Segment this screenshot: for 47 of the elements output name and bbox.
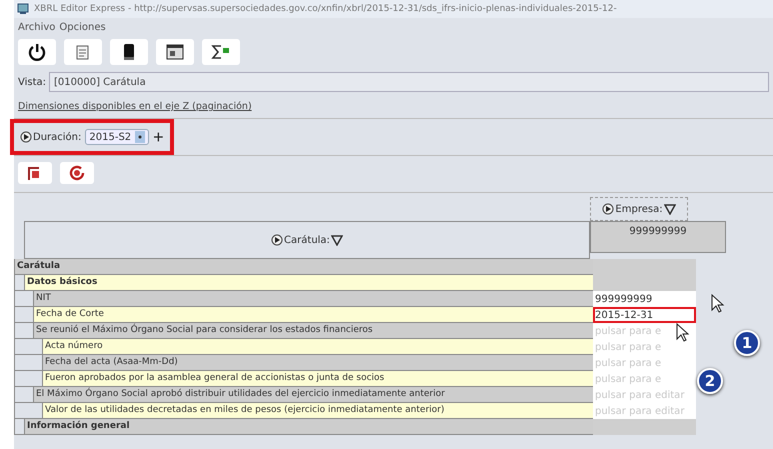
row-label: Información general: [24, 419, 593, 434]
filter-icon[interactable]: [330, 234, 343, 246]
row-header[interactable]: Carátula:: [24, 221, 590, 259]
row-label: El Máximo Órgano Social aprobó distribuir utilidades del ejercicio inmediatamente anterior: [33, 387, 593, 402]
toolbar-button[interactable]: [110, 39, 148, 65]
app-icon: [17, 3, 29, 15]
row-label: Acta número: [42, 339, 593, 354]
value-cell[interactable]: 2015-12-31: [593, 307, 696, 323]
row-label: Fecha de Corte: [33, 307, 593, 322]
power-icon[interactable]: [28, 43, 46, 61]
window-title: XBRL Editor Express - http://supervsas.supersociedades.gov.co/xnfin/xbrl/2015-12-31/sds_ifrs-inicio-plenas-individuales-2015-12-: [34, 4, 617, 14]
menu-item[interactable]: Opciones: [59, 22, 106, 33]
row-label: Fecha del acta (Asaa-Mm-Dd): [42, 355, 593, 370]
duration-dropdown[interactable]: 2015-S2: [85, 129, 150, 145]
filter-icon[interactable]: [664, 203, 676, 215]
expand-icon[interactable]: [271, 234, 284, 246]
expand-icon[interactable]: [602, 203, 614, 215]
row-label: Carátula: [15, 259, 593, 274]
dimensions-caption: Dimensiones disponibles en el eje Z (paginación): [17, 100, 253, 114]
row-label: Se reunió el Máximo Órgano Social para considerar los estados financieros: [33, 323, 593, 338]
row-label: Datos básicos: [24, 275, 593, 290]
cursor-icon: [711, 294, 725, 314]
dropdown-icon[interactable]: [135, 131, 146, 143]
refresh-icon[interactable]: [68, 164, 86, 182]
row-label: Fueron aprobados por la asamblea general de accionistas o junta de socios: [42, 371, 593, 386]
add-button[interactable]: +: [153, 128, 164, 146]
toolbar-button[interactable]: [202, 39, 240, 65]
window-icon[interactable]: [166, 44, 184, 60]
vista-field[interactable]: [010000] Carátula: [49, 72, 769, 92]
vista-label: Vista:: [18, 76, 46, 88]
drive-icon[interactable]: [122, 43, 136, 61]
toolbar-button[interactable]: [156, 39, 194, 65]
row-label: NIT: [33, 291, 593, 306]
navigation-button[interactable]: [18, 162, 52, 184]
callout-badge: 2: [697, 368, 723, 394]
duration-label: Duración:: [33, 132, 82, 142]
navigation-button[interactable]: [60, 162, 94, 184]
menu-item[interactable]: Archivo: [18, 22, 56, 33]
expand-icon[interactable]: [20, 131, 32, 143]
sigma-icon[interactable]: [211, 44, 231, 60]
row-label: Valor de las utilidades decretadas en miles de pesos (ejercicio inmediatamente anterior): [42, 403, 593, 418]
column-value: 999999999: [590, 221, 726, 253]
toolbar-button[interactable]: [18, 39, 56, 65]
value-cell[interactable]: 999999999: [593, 291, 696, 307]
document-icon[interactable]: [75, 43, 91, 61]
callout-badge: 1: [734, 330, 760, 356]
cursor-icon: [676, 323, 690, 343]
